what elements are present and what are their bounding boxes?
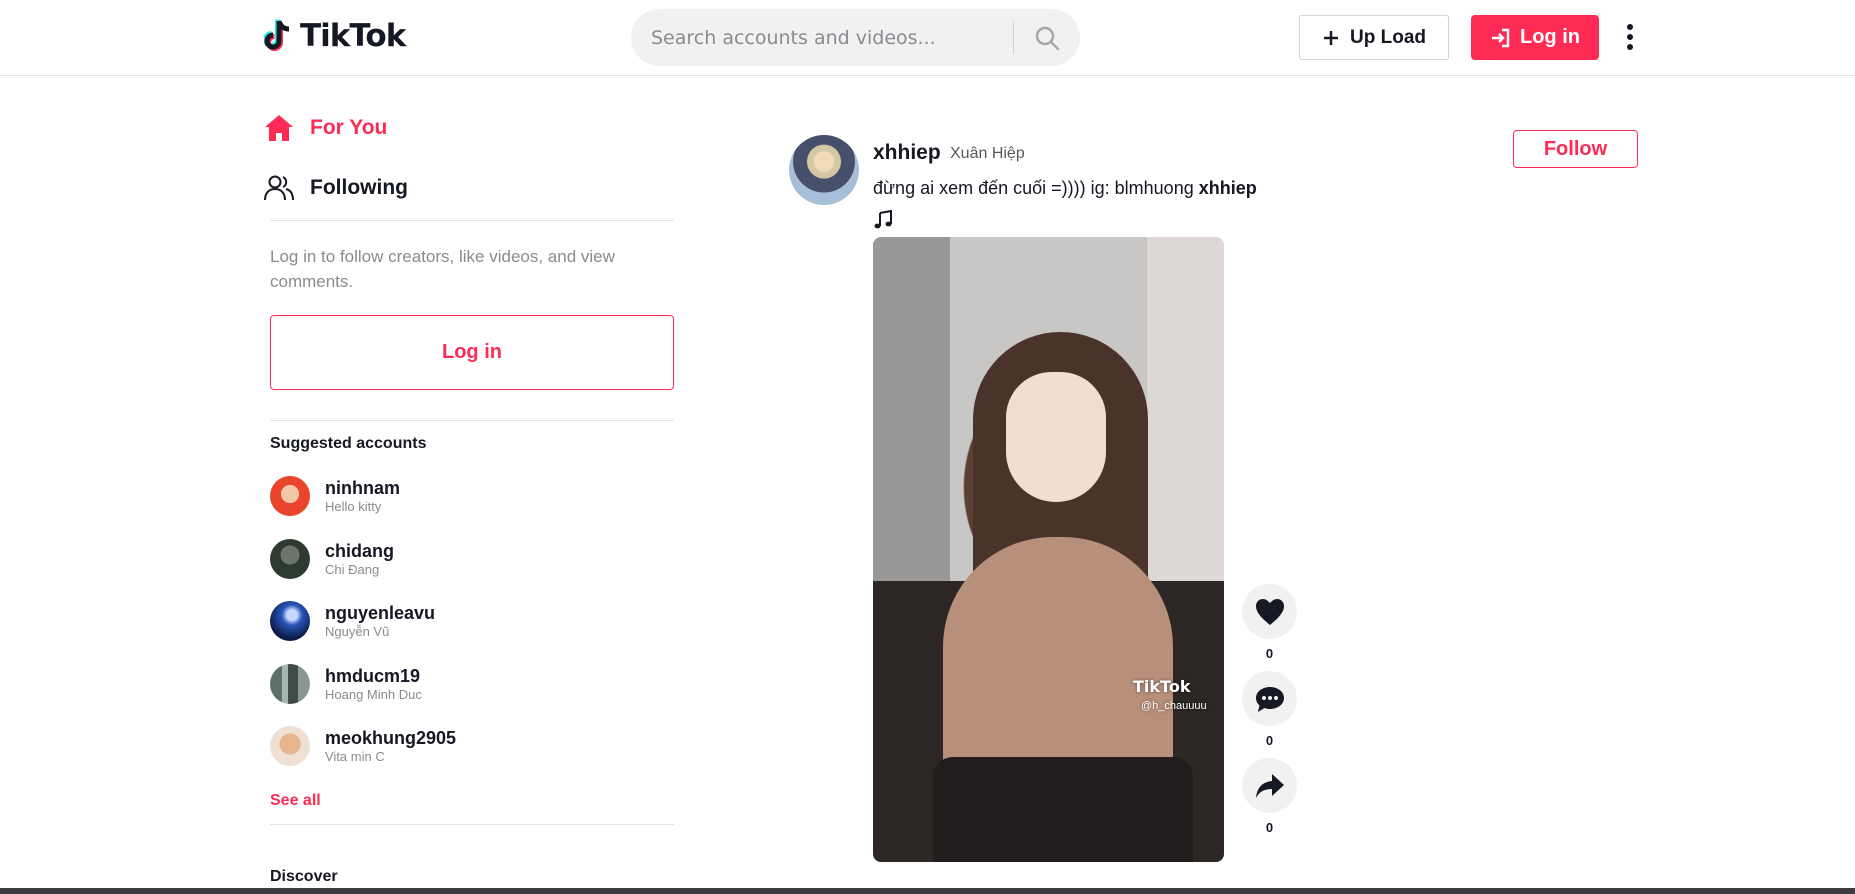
music-note-icon[interactable] bbox=[873, 209, 893, 230]
suggested-account[interactable]: ninhnam Hello kitty bbox=[270, 472, 674, 520]
caption-text: đừng ai xem đến cuối =)))) ig: blmhuong bbox=[873, 178, 1199, 198]
sidebar: For You Following Log in to follow creat… bbox=[264, 76, 674, 894]
like-count: 0 bbox=[1265, 646, 1274, 661]
nav-following-label: Following bbox=[310, 176, 408, 199]
avatar bbox=[270, 476, 310, 516]
suggested-account[interactable]: chidang Chi Đang bbox=[270, 535, 674, 583]
video-player[interactable]: TikTok @h_chauuuu bbox=[873, 237, 1224, 862]
share-count: 0 bbox=[1265, 820, 1274, 835]
plus-icon bbox=[1324, 30, 1338, 45]
window-bottom-edge bbox=[0, 888, 1855, 894]
account-name: Chi Đang bbox=[325, 561, 380, 577]
upload-label: Up Load bbox=[1350, 26, 1426, 48]
post-author-avatar[interactable] bbox=[789, 135, 859, 205]
share-icon bbox=[1255, 773, 1284, 798]
follow-button[interactable]: Follow bbox=[1513, 130, 1638, 168]
comment-count: 0 bbox=[1265, 733, 1274, 748]
share-action: 0 bbox=[1242, 758, 1297, 835]
sidebar-divider bbox=[270, 220, 674, 221]
account-name: Hoang Minh Duc bbox=[325, 686, 422, 702]
account-name: Nguyễn Vũ bbox=[325, 623, 390, 639]
header-login-label: Log in bbox=[1520, 26, 1580, 48]
account-username: hmducm19 bbox=[325, 665, 421, 686]
avatar bbox=[270, 664, 310, 704]
suggested-account[interactable]: hmducm19 Hoang Minh Duc bbox=[270, 660, 674, 708]
sidebar-divider bbox=[270, 420, 674, 421]
account-name: Vita min C bbox=[325, 748, 385, 764]
logo-text: TikTok bbox=[300, 18, 406, 54]
home-icon bbox=[264, 113, 294, 143]
account-name: Hello kitty bbox=[325, 498, 382, 514]
avatar bbox=[270, 601, 310, 641]
video-content bbox=[1006, 372, 1106, 502]
more-dot-icon bbox=[1627, 44, 1633, 50]
post-nickname: Xuân Hiệp bbox=[950, 145, 1025, 162]
video-content bbox=[933, 757, 1193, 862]
like-button[interactable] bbox=[1242, 584, 1297, 639]
header-login-button[interactable]: Log in bbox=[1471, 15, 1599, 60]
login-hint-text: Log in to follow creators, like videos, … bbox=[270, 247, 615, 291]
more-dot-icon bbox=[1627, 24, 1633, 30]
follow-label: Follow bbox=[1543, 137, 1608, 160]
account-username: ninhnam bbox=[325, 477, 400, 498]
share-button[interactable] bbox=[1242, 758, 1297, 813]
discover-title: Discover bbox=[270, 868, 338, 885]
suggested-account[interactable]: nguyenleavu Nguyễn Vũ bbox=[270, 597, 674, 645]
post-username[interactable]: xhhiep bbox=[873, 141, 941, 165]
account-username: chidang bbox=[325, 540, 395, 561]
like-action: 0 bbox=[1242, 584, 1297, 661]
users-icon bbox=[264, 173, 294, 203]
tiktok-logo[interactable]: TikTok bbox=[263, 18, 406, 54]
top-header: TikTok Up Load Log in bbox=[0, 0, 1855, 76]
comment-action: 0 bbox=[1242, 671, 1297, 748]
nav-for-you-label: For You bbox=[310, 116, 388, 139]
sidebar-divider bbox=[270, 824, 674, 825]
search-input[interactable] bbox=[651, 9, 1031, 66]
search-bar bbox=[631, 9, 1080, 66]
video-watermark-user: @h_chauuuu bbox=[1141, 700, 1207, 712]
account-username: meokhung2905 bbox=[325, 727, 457, 748]
comment-button[interactable] bbox=[1242, 671, 1297, 726]
more-dot-icon bbox=[1627, 34, 1633, 40]
more-options-button[interactable] bbox=[1620, 18, 1640, 56]
heart-icon bbox=[1255, 598, 1284, 625]
nav-for-you[interactable]: For You bbox=[264, 113, 387, 143]
sidebar-login-label: Log in bbox=[442, 341, 502, 363]
tiktok-note-icon bbox=[263, 18, 294, 54]
avatar bbox=[270, 726, 310, 766]
caption-hashtag[interactable]: xhhiep bbox=[1199, 178, 1257, 198]
search-divider bbox=[1013, 21, 1014, 54]
login-icon bbox=[1492, 28, 1510, 47]
search-icon bbox=[1035, 26, 1060, 50]
nav-following[interactable]: Following bbox=[264, 173, 408, 203]
comment-icon bbox=[1255, 686, 1284, 712]
upload-button[interactable]: Up Load bbox=[1299, 15, 1449, 60]
suggested-accounts-title: Suggested accounts bbox=[270, 435, 427, 452]
see-all-link[interactable]: See all bbox=[270, 792, 321, 810]
avatar bbox=[270, 539, 310, 579]
post-caption: đừng ai xem đến cuối =)))) ig: blmhuong … bbox=[873, 178, 1257, 199]
search-button[interactable] bbox=[1027, 21, 1067, 54]
account-username: nguyenleavu bbox=[325, 602, 436, 623]
sidebar-login-button[interactable]: Log in bbox=[270, 315, 674, 390]
suggested-account[interactable]: meokhung2905 Vita min C bbox=[270, 722, 674, 770]
video-watermark: TikTok bbox=[1133, 677, 1191, 696]
